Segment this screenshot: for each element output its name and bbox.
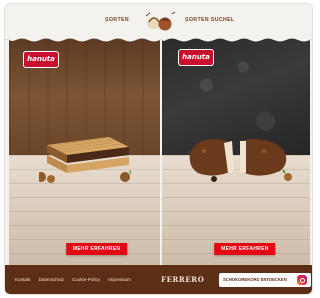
- ferrero-logo[interactable]: FERRERO: [161, 275, 204, 284]
- site-header: SORTEN SORTEN SUCHEL: [5, 4, 312, 40]
- product-panel-wafer[interactable]: hanuta MEHR ERFAHREN: [9, 37, 160, 265]
- cta-more-info-button[interactable]: MEHR ERFAHREN: [214, 243, 276, 255]
- footer-link-datenschutz[interactable]: Datenschutz: [39, 277, 65, 282]
- brand-badge: hanuta: [23, 51, 59, 68]
- chocolate-bar-icon: [189, 139, 292, 182]
- site-footer: Kontakt Datenschutz Cookie-Policy Impres…: [5, 265, 312, 294]
- footer-links: Kontakt Datenschutz Cookie-Policy Impres…: [15, 277, 131, 282]
- promo-button[interactable]: SCHOKOREKORD ENTDECKEN: [219, 273, 311, 287]
- hazelnut-logo-icon[interactable]: [141, 8, 179, 34]
- footer-link-cookie-policy[interactable]: Cookie-Policy: [72, 277, 100, 282]
- brand-badge: hanuta: [178, 49, 214, 66]
- wafer-icon: [39, 137, 131, 183]
- torn-edge: [9, 37, 160, 42]
- footer-link-kontakt[interactable]: Kontakt: [15, 277, 31, 282]
- nav-link-sorten-suchel[interactable]: SORTEN SUCHEL: [185, 17, 235, 23]
- cta-more-info-button[interactable]: MEHR ERFAHREN: [65, 243, 128, 255]
- product-panel-bar[interactable]: hanuta MEHR ERFAHREN: [162, 37, 310, 265]
- instagram-icon[interactable]: [297, 275, 307, 285]
- torn-edge: [162, 37, 310, 42]
- page-card: SORTEN SORTEN SUCHEL hanuta MEHR ERFAHRE…: [4, 3, 313, 295]
- promo-label: SCHOKOREKORD ENTDECKEN: [223, 277, 287, 282]
- footer-link-impressum[interactable]: Impressum: [108, 277, 131, 282]
- nav-link-sorten[interactable]: SORTEN: [105, 17, 129, 23]
